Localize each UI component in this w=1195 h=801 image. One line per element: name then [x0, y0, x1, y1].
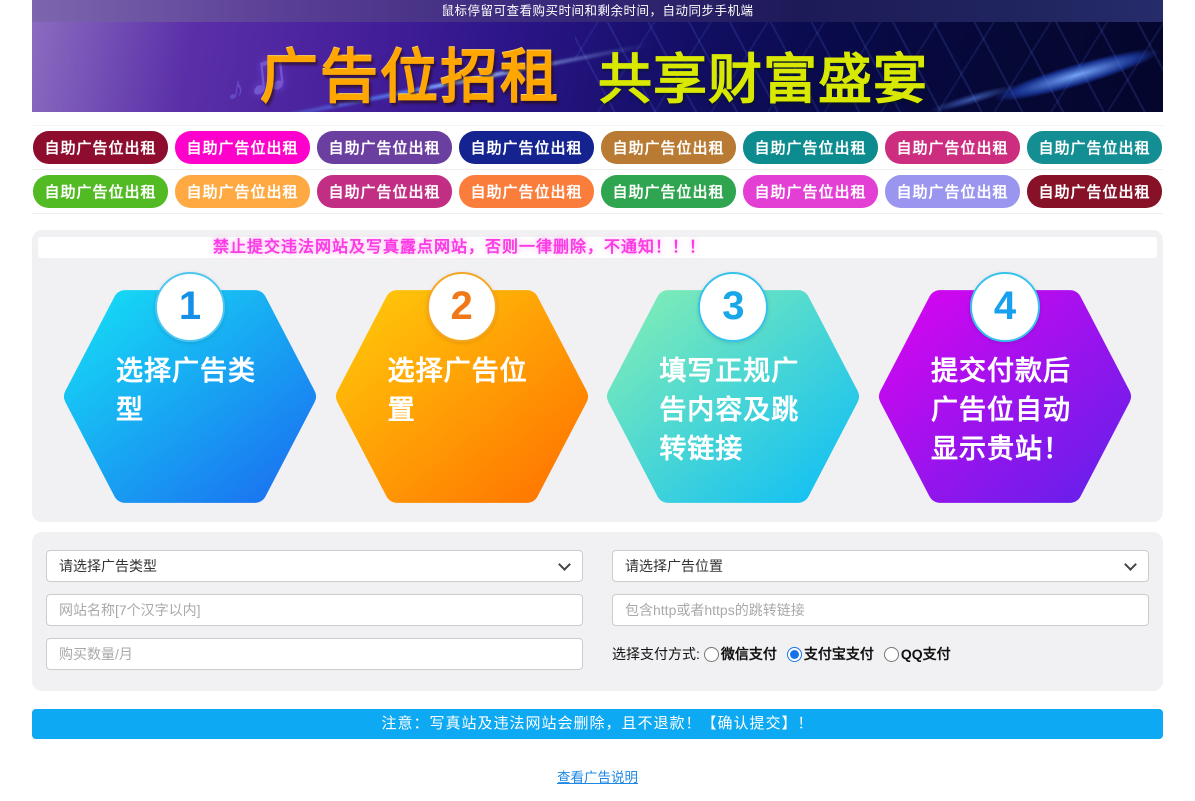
warning-text: 禁止提交违法网站及写真露点网站，否则一律删除，不通知！！！: [212, 239, 706, 256]
payment-method-row: 选择支付方式: 微信支付 支付宝支付 QQ支付: [612, 638, 1149, 670]
step-item-1: 1 选择广告类型: [62, 272, 318, 510]
payment-radio-wechat[interactable]: [703, 646, 719, 662]
payment-method-label: 选择支付方式:: [612, 646, 700, 662]
music-note-icon-small: ♪: [224, 68, 249, 110]
step-label: 提交付款后广告位自动显示贵站！: [930, 356, 1071, 464]
step-number-badge: 1: [155, 272, 225, 342]
topbar-notice-text: 鼠标停留可查看购买时间和剩余时间，自动同步手机端: [441, 4, 754, 18]
ad-instructions-link[interactable]: 查看广告说明: [557, 770, 638, 785]
ad-slot-button[interactable]: 自助广告位出租: [317, 131, 452, 164]
banner-subtitle: 共享财富盛宴: [598, 50, 928, 110]
banner: ♫ ♪ 广告位招租 共享财富盛宴: [32, 22, 1163, 112]
ad-slot-button[interactable]: 自助广告位出租: [33, 131, 168, 164]
ad-slot-button[interactable]: 自助广告位出租: [1027, 131, 1162, 164]
ad-slot-button-grid: 自助广告位出租 自助广告位出租 自助广告位出租 自助广告位出租 自助广告位出租 自助广告位…: [32, 125, 1163, 214]
payment-option-wechat[interactable]: 微信支付: [703, 644, 777, 664]
quantity-field: [46, 638, 583, 670]
ad-slot-button[interactable]: 自助广告位出租: [459, 131, 594, 164]
site-name-field: [46, 594, 583, 626]
footer: 查看广告说明: [32, 766, 1163, 801]
site-name-input[interactable]: [46, 594, 583, 626]
ad-slot-button[interactable]: 自助广告位出租: [885, 175, 1020, 208]
order-form: 请选择广告类型 请选择广告位置 选择支付方式: 微信支: [32, 532, 1163, 691]
ad-slot-button[interactable]: 自助广告位出租: [601, 175, 736, 208]
confirm-submit-label: 注意：写真站及违法网站会删除，且不退款！【确认提交】！: [381, 715, 814, 732]
quantity-input[interactable]: [46, 638, 583, 670]
payment-radio-alipay[interactable]: [786, 646, 802, 662]
step-label: 选择广告类型: [116, 356, 256, 425]
ad-position-field: 请选择广告位置: [612, 550, 1149, 582]
ad-slot-button-row-1: 自助广告位出租 自助广告位出租 自助广告位出租 自助广告位出租 自助广告位出租 自助广告位…: [32, 125, 1163, 170]
ad-slot-button[interactable]: 自助广告位出租: [1027, 175, 1162, 208]
ad-slot-button[interactable]: 自助广告位出租: [885, 131, 1020, 164]
step-number-badge: 3: [698, 272, 769, 342]
ad-slot-button[interactable]: 自助广告位出租: [601, 131, 736, 164]
warning-banner: 禁止提交违法网站及写真露点网站，否则一律删除，不通知！！！: [38, 237, 1157, 258]
step-item-3: 3 填写正规广告内容及跳转链接: [605, 272, 861, 510]
ad-slot-button[interactable]: 自助广告位出租: [175, 131, 310, 164]
ad-slot-button[interactable]: 自助广告位出租: [175, 175, 310, 208]
ad-slot-button[interactable]: 自助广告位出租: [317, 175, 452, 208]
ad-slot-button-row-2: 自助广告位出租 自助广告位出租 自助广告位出租 自助广告位出租 自助广告位出租 自助广告位…: [32, 170, 1163, 214]
confirm-submit-button[interactable]: 注意：写真站及违法网站会删除，且不退款！【确认提交】！: [32, 709, 1163, 739]
step-item-4: 4 提交付款后广告位自动显示贵站！: [877, 272, 1133, 510]
step-number-badge: 2: [426, 272, 497, 342]
steps-hexagons: 1 选择广告类型 2 选择广告位置 3 填写正规广告内容及跳转链接 4 提交付款后广告位自动显…: [38, 272, 1157, 510]
ad-type-field: 请选择广告类型: [46, 550, 583, 582]
ad-slot-button[interactable]: 自助广告位出租: [33, 175, 168, 208]
steps-panel: 禁止提交违法网站及写真露点网站，否则一律删除，不通知！！！ 1 选择广告类型 2 选择…: [32, 230, 1163, 522]
step-label: 填写正规广告内容及跳转链接: [659, 356, 800, 464]
payment-radio-qq[interactable]: [883, 646, 899, 662]
payment-option-qq[interactable]: QQ支付: [883, 644, 951, 664]
ad-slot-button[interactable]: 自助广告位出租: [459, 175, 594, 208]
step-label: 选择广告位置: [387, 356, 528, 425]
page: 鼠标停留可查看购买时间和剩余时间，自动同步手机端 ♫ ♪ 广告位招租 共享财富盛…: [0, 0, 1195, 801]
link-field: [612, 594, 1149, 626]
step-number-badge: 4: [969, 272, 1040, 342]
ad-slot-button[interactable]: 自助广告位出租: [743, 175, 878, 208]
ad-type-select[interactable]: 请选择广告类型: [46, 550, 583, 582]
jump-link-input[interactable]: [612, 594, 1149, 626]
topbar-notice: 鼠标停留可查看购买时间和剩余时间，自动同步手机端: [32, 0, 1163, 22]
payment-option-alipay[interactable]: 支付宝支付: [786, 644, 874, 664]
step-item-2: 2 选择广告位置: [334, 272, 590, 510]
payment-options: 微信支付 支付宝支付 QQ支付: [703, 644, 961, 664]
banner-title: 广告位招租: [260, 45, 561, 110]
ad-position-select[interactable]: 请选择广告位置: [612, 550, 1149, 582]
ad-slot-button[interactable]: 自助广告位出租: [743, 131, 878, 164]
